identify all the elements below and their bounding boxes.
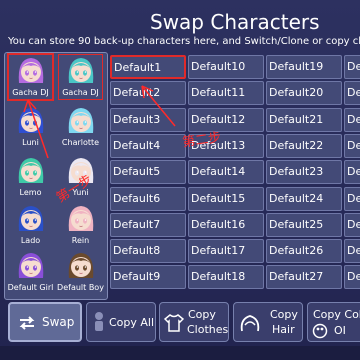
swap-characters-panel: Swap Characters You can store 90 back-up… bbox=[0, 0, 360, 360]
annotation-arrows bbox=[23, 85, 176, 159]
